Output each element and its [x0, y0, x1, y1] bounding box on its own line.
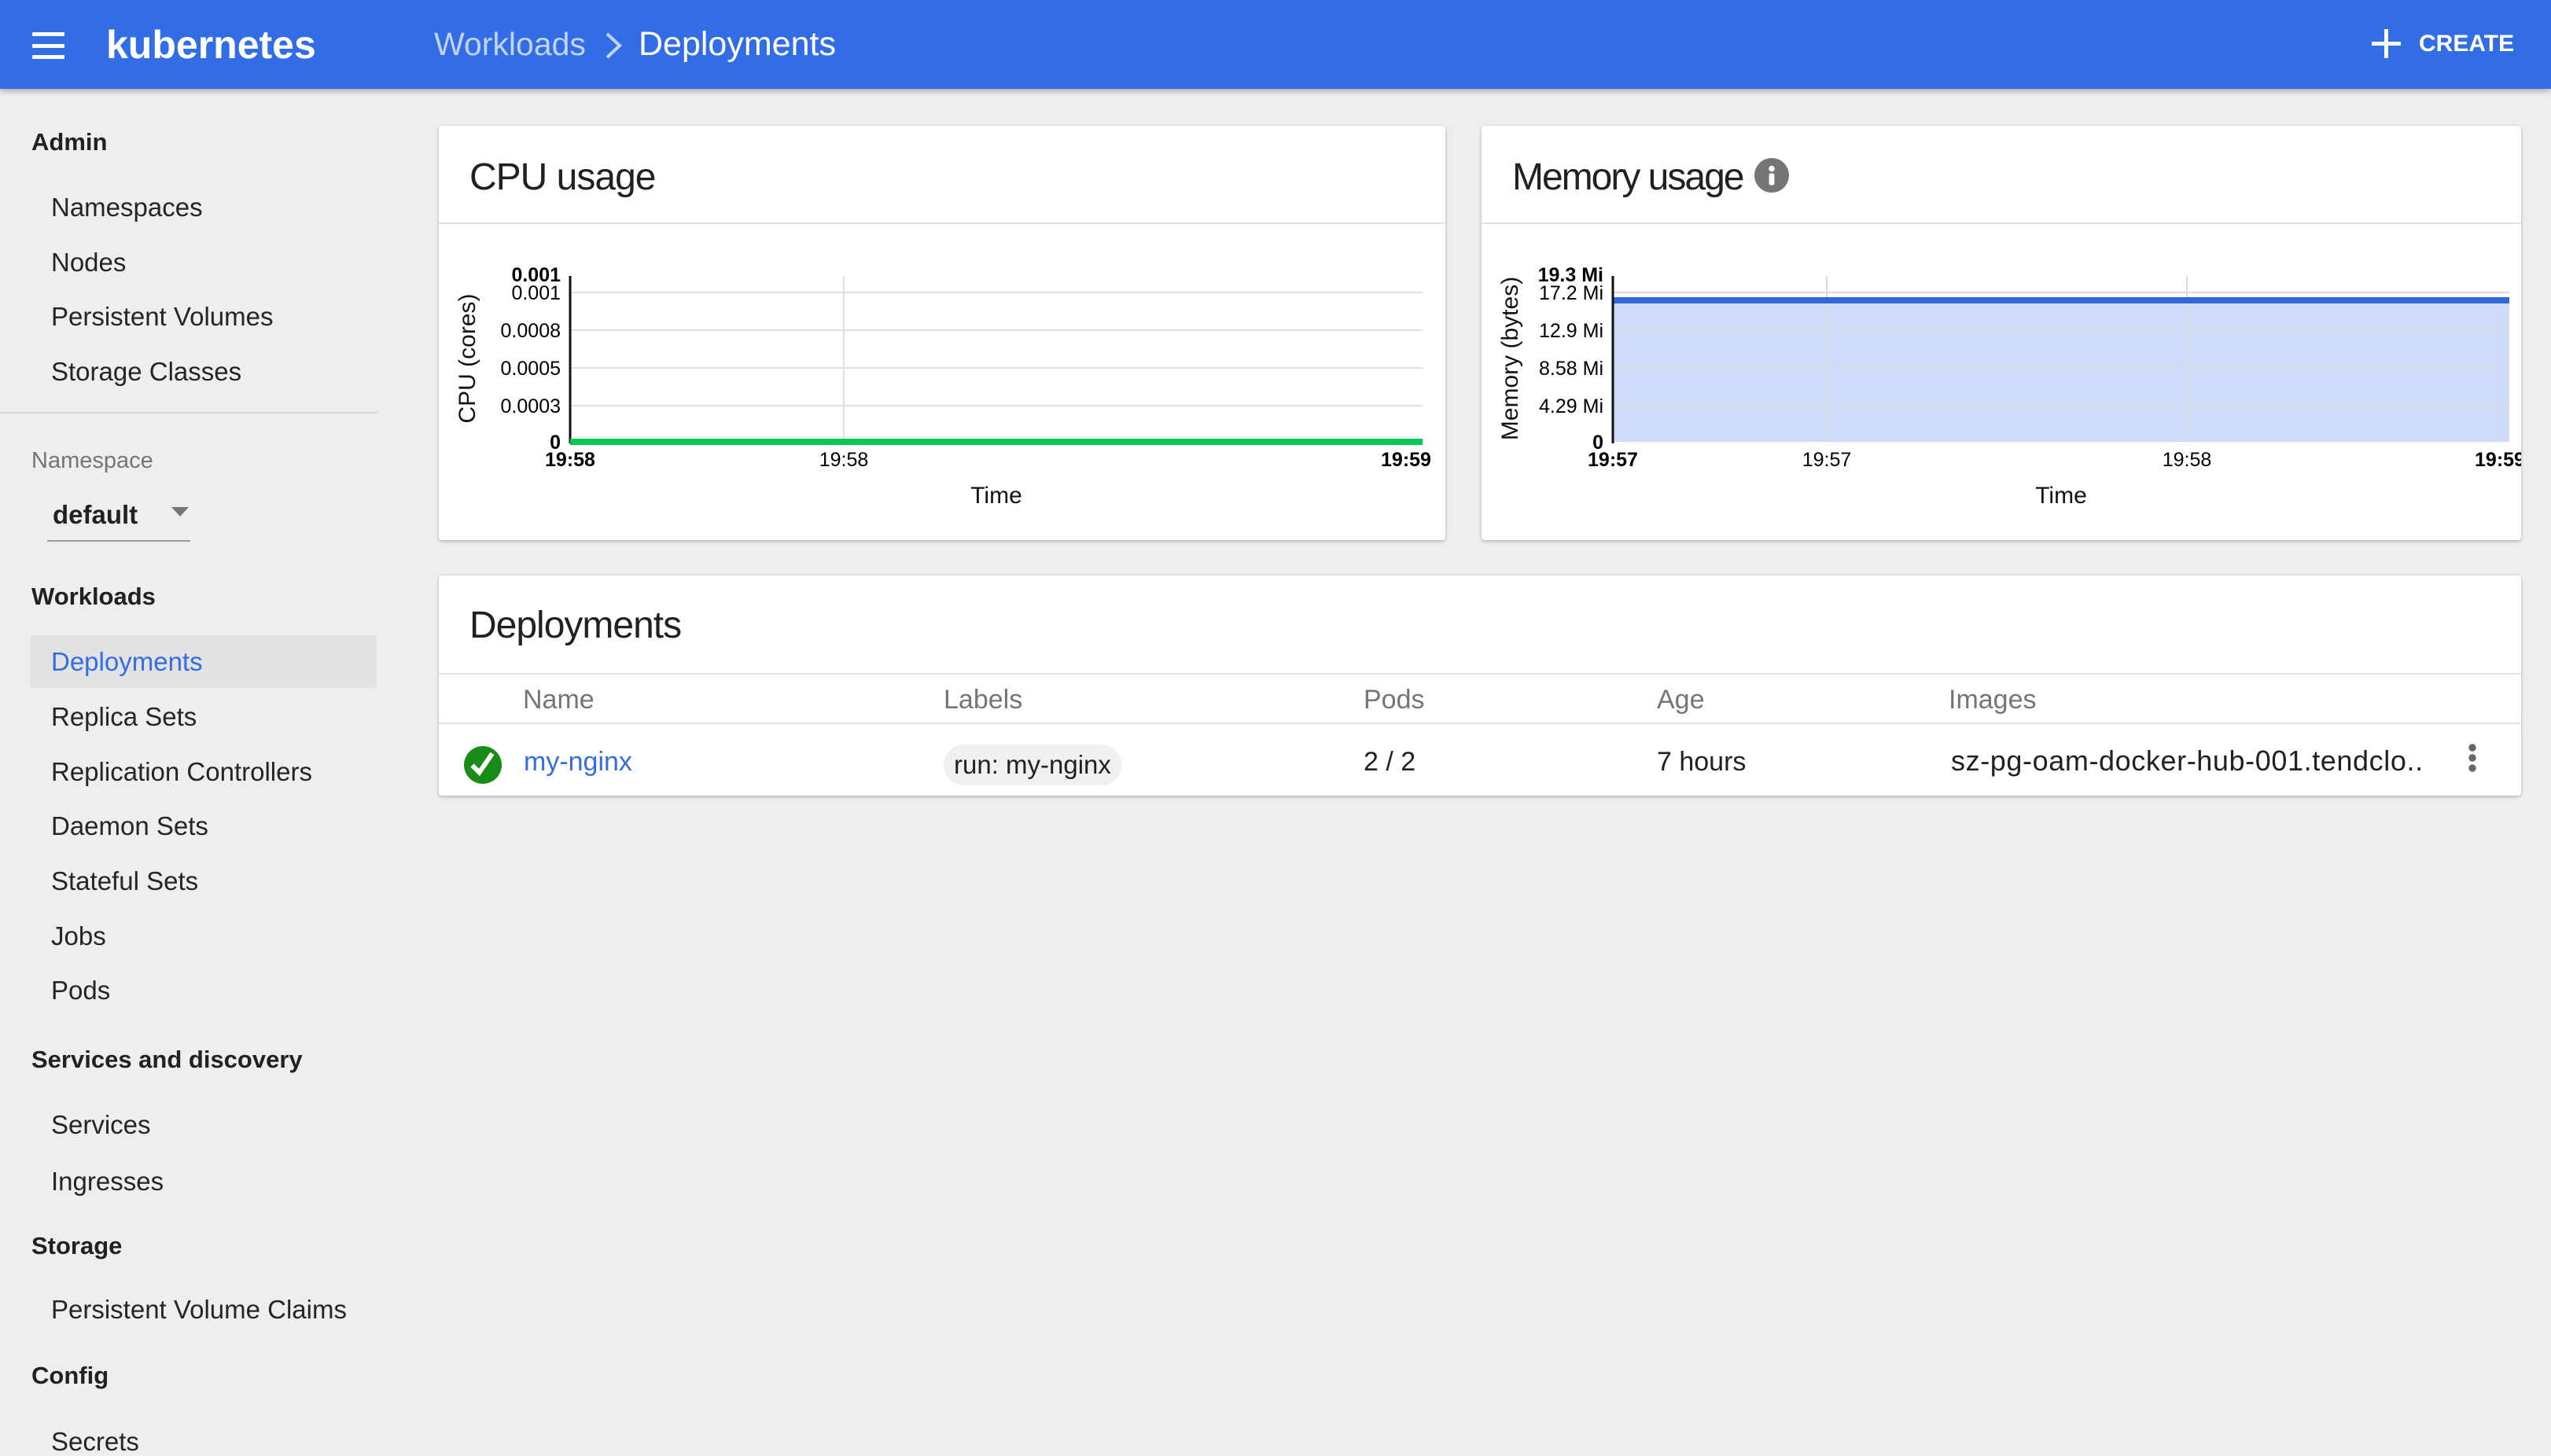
svg-text:19:58: 19:58 — [2163, 449, 2212, 471]
svg-text:8.58 Mi: 8.58 Mi — [1539, 358, 1603, 380]
svg-text:19:58: 19:58 — [545, 449, 595, 471]
svg-text:Memory (bytes): Memory (bytes) — [1497, 277, 1523, 440]
svg-text:0.0005: 0.0005 — [501, 358, 561, 380]
svg-text:0.0003: 0.0003 — [501, 395, 561, 417]
svg-text:4.29 Mi: 4.29 Mi — [1539, 395, 1603, 417]
svg-text:19:59: 19:59 — [2475, 449, 2521, 471]
svg-text:Time: Time — [970, 483, 1022, 509]
svg-text:0.001: 0.001 — [511, 282, 561, 304]
svg-text:19:57: 19:57 — [1588, 449, 1638, 471]
svg-text:CPU (cores): CPU (cores) — [455, 293, 480, 423]
svg-text:0.0008: 0.0008 — [501, 320, 561, 342]
svg-text:19:57: 19:57 — [1802, 449, 1852, 471]
svg-text:17.2 Mi: 17.2 Mi — [1539, 282, 1603, 304]
svg-text:19:58: 19:58 — [819, 449, 869, 471]
svg-text:Time: Time — [2035, 483, 2087, 509]
svg-text:12.9 Mi: 12.9 Mi — [1539, 320, 1603, 342]
svg-text:19:59: 19:59 — [1381, 449, 1431, 471]
